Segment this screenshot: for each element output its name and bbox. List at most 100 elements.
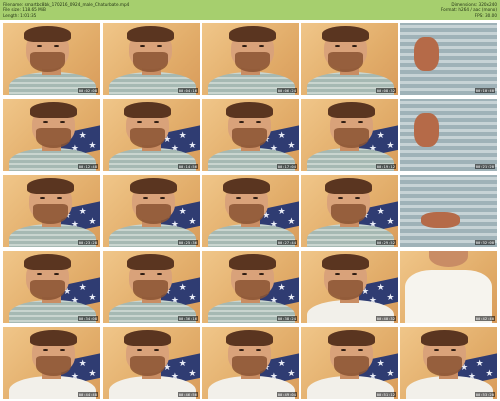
- star-icon: ★: [376, 131, 385, 142]
- thumbnail[interactable]: ★★★★00:17:04: [202, 99, 299, 171]
- thumbnail[interactable]: ★★★★00:46:56: [103, 327, 200, 399]
- hair: [421, 329, 468, 346]
- star-icon: ★: [178, 359, 187, 370]
- beard: [35, 127, 71, 148]
- star-icon: ★: [287, 293, 296, 304]
- beard: [232, 355, 267, 376]
- beard: [30, 51, 66, 72]
- thumbnail[interactable]: ★★★★00:53:20: [400, 327, 497, 399]
- eye: [139, 272, 145, 275]
- star-icon: ★: [376, 207, 385, 218]
- timestamp: 00:46:56: [177, 392, 198, 397]
- timestamp: 00:08:32: [375, 88, 396, 93]
- beard: [328, 51, 364, 72]
- eye: [241, 272, 247, 275]
- eye: [54, 272, 60, 275]
- eye: [157, 272, 163, 275]
- hair: [223, 177, 270, 194]
- thumbnail[interactable]: ★★★★00:19:12: [301, 99, 398, 171]
- eye: [358, 348, 364, 351]
- eye: [160, 196, 166, 199]
- thumbnail[interactable]: ★★★★00:44:48: [3, 327, 100, 399]
- timestamp: 00:32:00: [474, 240, 495, 245]
- timestamp: 00:40:32: [375, 316, 396, 321]
- star-icon: ★: [78, 359, 87, 370]
- beard: [135, 203, 171, 224]
- thumbnail[interactable]: 00:02:08: [3, 23, 100, 95]
- thumbnail[interactable]: ★★★★00:12:48: [3, 99, 100, 171]
- beard: [234, 51, 270, 72]
- hair: [30, 329, 77, 346]
- thumbnail[interactable]: 00:10:40: [400, 23, 497, 95]
- star-icon: ★: [188, 293, 197, 304]
- thumbnail[interactable]: ★★★★00:14:56: [103, 99, 200, 171]
- eye: [36, 44, 42, 47]
- hair: [27, 177, 74, 194]
- timestamp: 00:14:56: [177, 164, 198, 169]
- timestamp: 00:38:24: [276, 316, 297, 321]
- thumbnail-grid: 00:02:08 00:04:16 00:06:24 00:08:32 00:10:40…: [0, 23, 500, 399]
- eye: [340, 348, 346, 351]
- beard: [35, 355, 71, 376]
- thumbnail[interactable]: ★★★★00:51:12: [301, 327, 398, 399]
- hair: [124, 329, 171, 346]
- star-icon: ★: [386, 369, 395, 380]
- hair: [226, 329, 273, 346]
- hair: [322, 253, 369, 270]
- eye: [136, 348, 142, 351]
- eye: [355, 196, 361, 199]
- thumbnail[interactable]: ★★★★00:40:32: [301, 251, 398, 323]
- eye: [358, 120, 364, 123]
- timestamp: 00:04:16: [177, 88, 198, 93]
- thumbnail[interactable]: ★★★★00:34:08: [3, 251, 100, 323]
- shirt-closeup: [400, 175, 497, 247]
- eye: [157, 44, 163, 47]
- eye: [139, 44, 145, 47]
- star-icon: ★: [287, 369, 296, 380]
- eye: [259, 44, 265, 47]
- beard: [331, 203, 366, 224]
- hair: [229, 253, 276, 270]
- thumbnail[interactable]: 00:32:00: [400, 175, 497, 247]
- eye: [54, 44, 60, 47]
- star-icon: ★: [475, 359, 484, 370]
- thumbnail[interactable]: ★★★★00:49:04: [202, 327, 299, 399]
- thumbnail[interactable]: 00:04:16: [103, 23, 200, 95]
- star-icon: ★: [78, 207, 87, 218]
- beard: [328, 279, 364, 300]
- eye: [154, 348, 160, 351]
- eye: [36, 272, 42, 275]
- star-icon: ★: [386, 217, 395, 228]
- thumbnail[interactable]: ★★★★00:36:16: [103, 251, 200, 323]
- thumbnail[interactable]: ★★★★00:27:44: [202, 175, 299, 247]
- thumbnail[interactable]: ★★★★00:23:28: [3, 175, 100, 247]
- thumbnail[interactable]: ★★★★00:38:24: [202, 251, 299, 323]
- beard: [130, 127, 166, 148]
- star-icon: ★: [277, 283, 286, 294]
- eye: [241, 44, 247, 47]
- thumbnail[interactable]: 00:08:32: [301, 23, 398, 95]
- eye: [352, 44, 358, 47]
- star-icon: ★: [78, 283, 87, 294]
- eye: [433, 348, 439, 351]
- eye: [136, 120, 142, 123]
- timestamp: 00:51:12: [375, 392, 396, 397]
- eye: [154, 120, 160, 123]
- star-icon: ★: [376, 283, 385, 294]
- thumbnail[interactable]: 00:42:40: [400, 251, 497, 323]
- beard: [130, 355, 166, 376]
- star-icon: ★: [386, 293, 395, 304]
- thumbnail[interactable]: ★★★★00:25:36: [103, 175, 200, 247]
- star-icon: ★: [277, 131, 286, 142]
- star-icon: ★: [188, 217, 197, 228]
- thumbnail[interactable]: ★★★★00:29:52: [301, 175, 398, 247]
- beard: [30, 279, 66, 300]
- beard: [232, 127, 267, 148]
- thumbnail[interactable]: 00:06:24: [202, 23, 299, 95]
- star-icon: ★: [287, 141, 296, 152]
- thumbnail[interactable]: 00:21:20: [400, 99, 497, 171]
- beard: [229, 203, 265, 224]
- star-icon: ★: [178, 283, 187, 294]
- star-icon: ★: [485, 369, 494, 380]
- star-icon: ★: [88, 217, 97, 228]
